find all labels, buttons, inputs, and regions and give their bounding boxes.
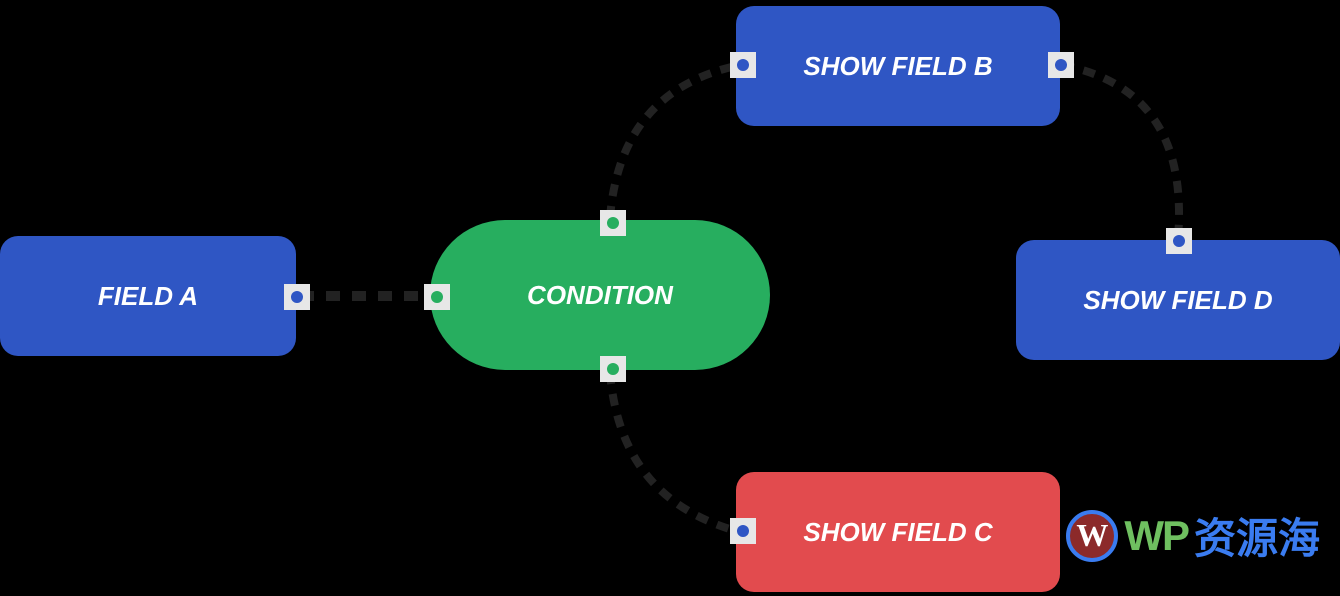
node-show-d: SHOW FIELD D [1016,240,1340,360]
port-show-b-in[interactable] [730,52,756,78]
node-show-b: SHOW FIELD B [736,6,1060,126]
port-show-c-in[interactable] [730,518,756,544]
port-condition-top[interactable] [600,210,626,236]
watermark-logo-icon: W [1066,510,1118,562]
node-field-a: FIELD A [0,236,296,356]
node-condition: CONDITION [430,220,770,370]
node-label: SHOW FIELD B [803,51,992,82]
watermark-text-en: WP [1124,512,1188,560]
port-condition-bottom[interactable] [600,356,626,382]
node-label: FIELD A [98,281,198,312]
node-label: SHOW FIELD C [803,517,992,548]
port-show-b-out[interactable] [1048,52,1074,78]
watermark-text-zh: 资源海 [1194,505,1320,566]
port-show-d-in[interactable] [1166,228,1192,254]
port-condition-in[interactable] [424,284,450,310]
node-show-c: SHOW FIELD C [736,472,1060,592]
port-field-a-out[interactable] [284,284,310,310]
node-label: SHOW FIELD D [1083,285,1272,316]
node-label: CONDITION [527,280,673,311]
watermark: W WP 资源海 [1066,505,1320,566]
